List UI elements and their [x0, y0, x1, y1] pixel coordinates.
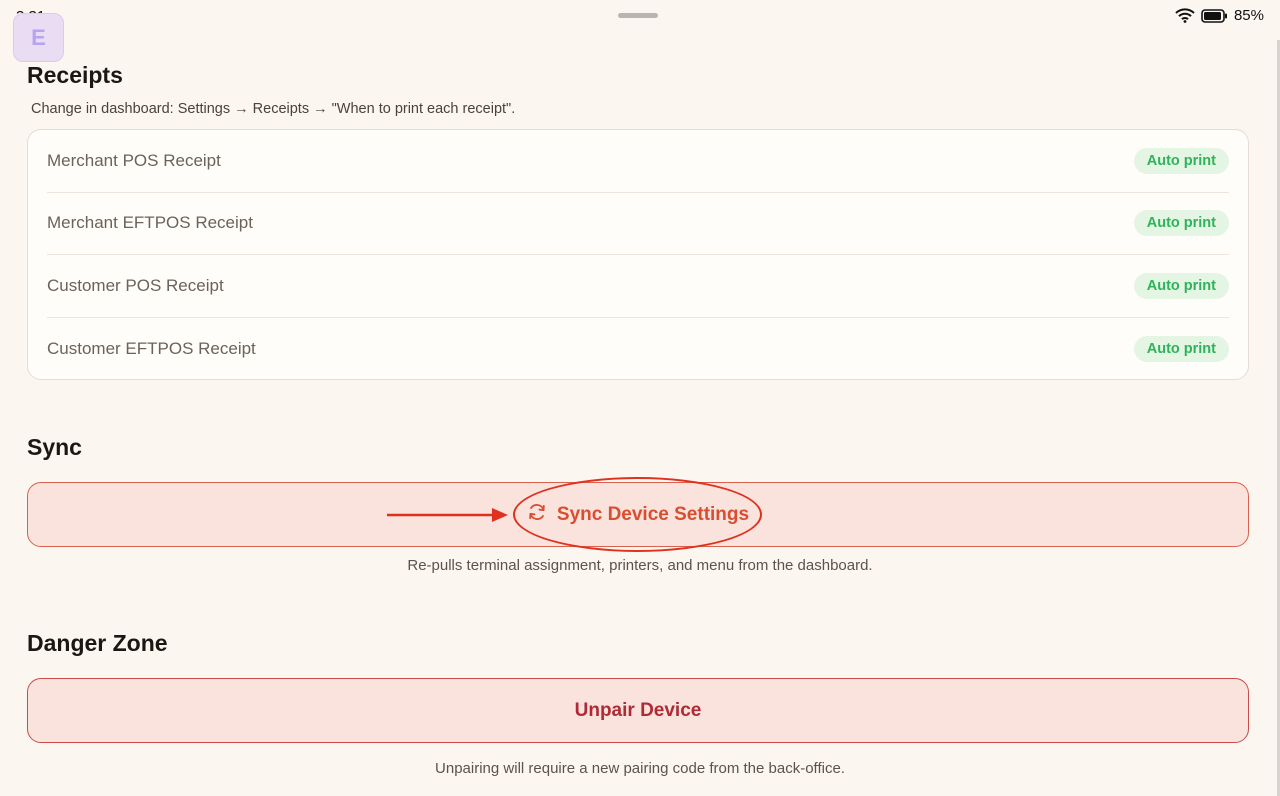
status-indicators: 85%	[1175, 7, 1264, 24]
receipt-label: Merchant EFTPOS Receipt	[47, 213, 253, 233]
receipts-title: Receipts	[27, 62, 123, 88]
status-badge: Auto print	[1133, 147, 1229, 174]
refresh-icon	[527, 502, 547, 528]
danger-zone-title: Danger Zone	[27, 630, 168, 656]
status-badge: Auto print	[1133, 210, 1229, 237]
unpair-caption: Unpairing will require a new pairing cod…	[435, 760, 845, 777]
battery-icon	[1201, 8, 1228, 23]
sync-device-settings-button[interactable]: Sync Device Settings	[27, 482, 1249, 547]
status-badge: Auto print	[1133, 272, 1229, 299]
unpair-device-button[interactable]: Unpair Device	[27, 678, 1249, 743]
status-badge: Auto print	[1133, 335, 1229, 362]
sync-title: Sync	[27, 434, 82, 460]
receipt-row: Merchant POS Receipt Auto print	[47, 130, 1229, 193]
settings-page: 3:31 85% E Receipts Change in dashboard:…	[0, 0, 1280, 796]
receipt-row: Customer POS Receipt Auto print	[47, 255, 1229, 318]
sync-caption: Re-pulls terminal assignment, printers, …	[407, 557, 873, 574]
drag-handle[interactable]	[618, 13, 658, 18]
receipt-row: Customer EFTPOS Receipt Auto print	[47, 318, 1229, 381]
sync-button-label: Sync Device Settings	[556, 503, 750, 525]
receipt-row: Merchant EFTPOS Receipt Auto print	[47, 193, 1229, 255]
receipt-label: Merchant POS Receipt	[47, 150, 221, 170]
receipts-hint: Change in dashboard: Settings → Receipts…	[31, 101, 516, 117]
app-badge[interactable]: E	[13, 13, 64, 62]
receipt-label: Customer EFTPOS Receipt	[47, 338, 256, 358]
wifi-icon	[1175, 8, 1195, 23]
receipt-label: Customer POS Receipt	[47, 275, 224, 295]
unpair-button-label: Unpair Device	[574, 699, 702, 721]
receipts-card: Merchant POS Receipt Auto print Merchant…	[27, 129, 1249, 380]
battery-percent: 85%	[1233, 7, 1264, 24]
